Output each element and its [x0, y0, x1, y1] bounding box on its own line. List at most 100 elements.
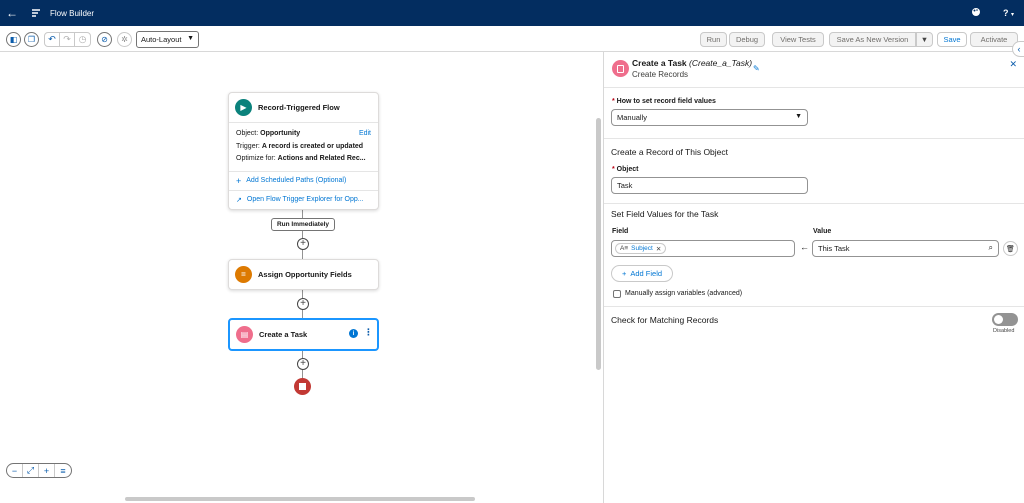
play-icon: ▶ [235, 99, 252, 116]
panel-api-name: (Create_a_Task) [689, 58, 753, 68]
trigger-label: Trigger: [236, 142, 260, 150]
object-input[interactable]: Task [611, 177, 808, 194]
collapse-panel-button[interactable]: ‹ [1012, 41, 1024, 57]
gear-icon: ✲ [121, 35, 128, 44]
properties-panel: Create a Task (Create_a_Task) ✎ Create R… [603, 52, 1024, 503]
back-arrow-icon[interactable]: ← [0, 6, 24, 20]
text-field-icon: A≡ [620, 245, 629, 252]
errors-button[interactable]: ⊘ [97, 32, 112, 47]
field-picker[interactable]: A≡ Subject ✕ [611, 240, 795, 257]
assignment-node-title: Assign Opportunity Fields [258, 270, 352, 279]
settings-button[interactable]: ✲ [117, 32, 132, 47]
delete-row-button[interactable]: 🗑 [1003, 241, 1018, 256]
object-label-text: Object [616, 166, 639, 173]
clipboard-icon [612, 60, 629, 77]
trash-icon: 🗑 [1006, 245, 1015, 253]
close-icon[interactable]: ✕ [1009, 59, 1017, 70]
field-pill[interactable]: A≡ Subject ✕ [615, 243, 667, 254]
plus-icon: + [300, 298, 306, 309]
undo-icon[interactable]: ↶ [45, 33, 60, 46]
divider [604, 138, 1024, 139]
check-matching-toggle[interactable] [992, 313, 1018, 326]
copy-icon: ❐ [27, 35, 36, 44]
field-column-label: Field [612, 228, 629, 235]
how-to-set-select[interactable]: Manually ▼ [611, 109, 808, 126]
end-node[interactable] [294, 378, 311, 395]
object-input-value: Task [617, 181, 633, 190]
zoom-out-icon[interactable]: − [7, 464, 23, 477]
plus-icon: + [621, 269, 627, 278]
trigger-value: A record is created or updated [261, 142, 364, 150]
activate-button[interactable]: Activate [970, 32, 1018, 47]
panel-icon: ◧ [9, 35, 18, 44]
value-input-text: This Task [818, 244, 850, 253]
info-icon[interactable]: i [349, 329, 358, 338]
panel-title: Create a Task (Create_a_Task) [632, 58, 752, 68]
vertical-scrollbar[interactable] [596, 118, 601, 370]
add-element-button[interactable]: + [297, 358, 309, 370]
add-field-label: Add Field [630, 269, 663, 278]
copy-button[interactable]: ❐ [24, 32, 39, 47]
add-element-button[interactable]: + [297, 238, 309, 250]
zoom-in-icon[interactable]: + [39, 464, 55, 477]
edit-link[interactable]: Edit [359, 128, 371, 141]
save-as-new-version-button[interactable]: Save As New Version [829, 32, 916, 47]
toggle-toolbox-button[interactable]: ◧ [6, 32, 21, 47]
chevron-down-icon: ▼ [187, 35, 194, 42]
divider [604, 306, 1024, 307]
ban-icon: ⊘ [101, 35, 108, 44]
global-header: ← Flow Builder ? ▾ [0, 0, 1024, 26]
history-icon[interactable]: ◷ [75, 33, 90, 46]
how-to-set-value: Manually [617, 113, 648, 122]
redo-icon[interactable]: ↷ [60, 33, 75, 46]
add-element-button[interactable]: + [297, 298, 309, 310]
chevron-down-icon: ▼ [795, 113, 802, 120]
view-tests-button[interactable]: View Tests [772, 32, 824, 47]
clipboard-icon: ▤ [236, 326, 253, 343]
chevron-down-icon: ▾ [1010, 12, 1014, 18]
zoom-controls: − ⤢ + ≡ [6, 463, 72, 478]
palette-icon[interactable] [971, 7, 981, 19]
panel-title-label: Create a Task [632, 58, 687, 68]
value-input[interactable]: This Task ⌕ [812, 240, 999, 257]
debug-button[interactable]: Debug [729, 32, 765, 47]
app-title: Flow Builder [50, 8, 95, 18]
list-view-icon[interactable]: ≡ [55, 464, 71, 477]
open-flow-trigger-explorer-link[interactable]: ↗ Open Flow Trigger Explorer for Opp... [229, 189, 378, 209]
horizontal-scrollbar[interactable] [125, 497, 475, 501]
flow-builder-icon [30, 6, 44, 20]
edit-pencil-icon[interactable]: ✎ [753, 64, 760, 73]
layout-select-value: Auto-Layout [141, 35, 182, 44]
panel-header: Create a Task (Create_a_Task) ✎ Create R… [604, 52, 1024, 88]
start-node-title: Record-Triggered Flow [258, 103, 340, 112]
start-node[interactable]: ▶ Record-Triggered Flow Object: Opportun… [228, 92, 379, 210]
manual-assign-checkbox[interactable] [613, 290, 621, 298]
arrow-left-icon: ← [800, 242, 809, 252]
manual-assign-label: Manually assign variables (advanced) [625, 290, 743, 297]
history-group: ↶ ↷ ◷ [44, 32, 91, 47]
section-create-record: Create a Record of This Object [611, 147, 729, 157]
save-button[interactable]: Save [937, 32, 967, 47]
fit-view-icon[interactable]: ⤢ [23, 464, 39, 477]
object-value: Opportunity [260, 130, 301, 137]
layout-select[interactable]: Auto-Layout ▼ [136, 31, 199, 48]
field-pill-label: Subject [631, 245, 653, 252]
divider [604, 203, 1024, 204]
help-icon: ? [1002, 8, 1009, 18]
plus-icon: + [300, 358, 306, 369]
help-menu-button[interactable]: ? ▾ [1003, 8, 1014, 18]
add-scheduled-paths-link[interactable]: + Add Scheduled Paths (Optional) [229, 170, 378, 190]
create-task-node[interactable]: ▤ Create a Task i ⋮ [228, 318, 379, 351]
chevron-down-icon: ▼ [920, 35, 929, 44]
flow-canvas[interactable]: ▶ Record-Triggered Flow Object: Opportun… [0, 52, 603, 503]
assignment-node[interactable]: = Assign Opportunity Fields [228, 259, 379, 290]
more-actions-icon[interactable]: ⋮ [364, 327, 373, 338]
run-button[interactable]: Run [700, 32, 727, 47]
section-set-field-values: Set Field Values for the Task [611, 209, 719, 219]
add-field-button[interactable]: + Add Field [611, 265, 673, 282]
add-scheduled-paths-label: Add Scheduled Paths (Optional) [246, 177, 347, 184]
remove-icon[interactable]: ✕ [656, 245, 661, 253]
save-options-button[interactable]: ▼ [916, 32, 933, 47]
how-to-set-label-text: How to set record field values [616, 98, 716, 105]
plus-icon: + [300, 238, 306, 249]
